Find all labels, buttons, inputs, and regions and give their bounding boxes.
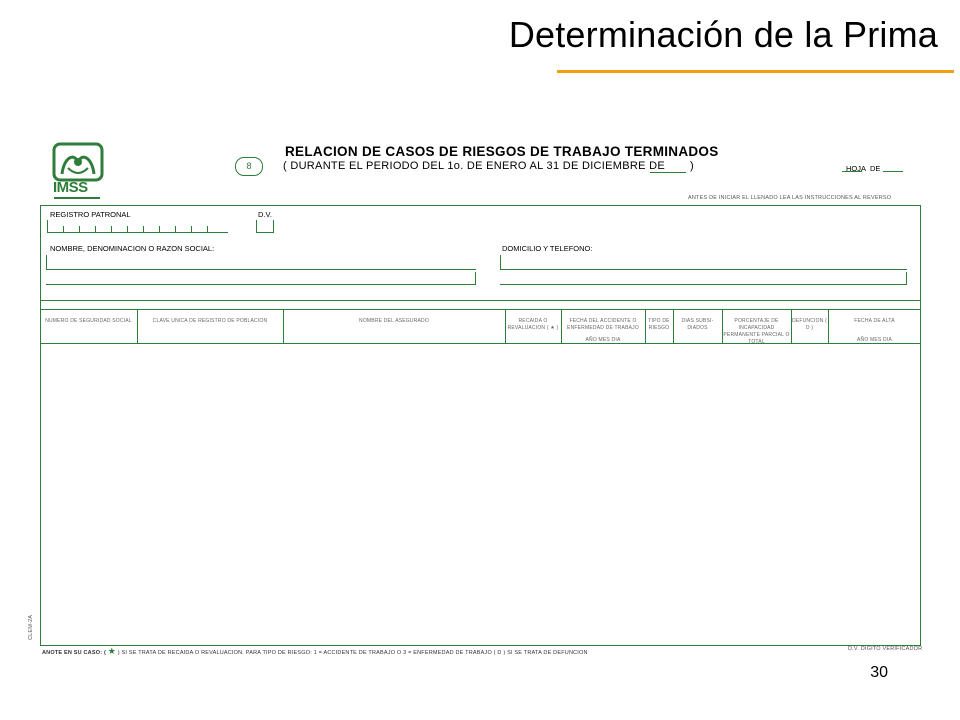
slide-title: Determinación de la Prima [508, 14, 938, 55]
footer-note: ANOTE EN SU CASO: ( ★ ) SI SE TRATA DE R… [42, 646, 588, 657]
column-header-fecha_accidente: FECHA DEL ACCIDENTE O ENFERMEDAD DE TRAB… [567, 318, 639, 331]
column-subheader-fecha_accidente: AÑO MES DIA [585, 337, 621, 343]
footer-note-text: ) SI SE TRATA DE RECAIDA O REVALUACION. … [117, 650, 588, 656]
side-code: CLEM-2A [28, 614, 34, 640]
column-divider [137, 309, 138, 343]
sheet-blank[interactable] [842, 162, 862, 172]
form-period: ( DURANTE EL PERIODO DEL 1o. DE ENERO AL… [283, 160, 666, 172]
column-header-curp: CLAVE UNICA DE REGISTRO DE POBLACION [152, 318, 268, 324]
registro-tick [95, 226, 96, 232]
domicilio-field-line2[interactable] [500, 272, 907, 285]
registro-tick [207, 226, 208, 232]
registro-tick [127, 226, 128, 232]
registro-tick [175, 226, 176, 232]
form-period-close: ) [690, 160, 694, 172]
column-header-fecha_alta: FECHA DE ALTA [854, 318, 895, 324]
registro-tick [143, 226, 144, 232]
registro-tick [159, 226, 160, 232]
divider-top [40, 300, 921, 301]
orange-accent-bar [557, 70, 954, 73]
star-icon: ★ [107, 646, 117, 656]
form-title: RELACION DE CASOS DE RIESGOS DE TRABAJO … [285, 144, 719, 159]
registro-tick [191, 226, 192, 232]
nombre-field[interactable] [46, 255, 476, 270]
dv-label: D.V. [258, 210, 272, 219]
domicilio-label: DOMICILIO Y TELEFONO: [502, 244, 593, 253]
registro-tick [63, 226, 64, 232]
domicilio-field[interactable] [500, 255, 907, 270]
registro-patronal-ticks [47, 226, 227, 232]
column-header-porcentaje: PORCENTAJE DE INCAPACIDAD PERMANENTE PAR… [723, 318, 790, 345]
nombre-label: NOMBRE, DENOMINACION O RAZON SOCIAL: [50, 244, 215, 253]
table-header-top [40, 309, 921, 310]
registro-tick [79, 226, 80, 232]
column-header-recaida: RECAIDA O REVALUACION ( ★ ) [507, 318, 559, 331]
column-header-nss: NUMERO DE SEGURIDAD SOCIAL [45, 318, 132, 324]
logo-subtext-bar [54, 197, 100, 199]
nombre-field-line2[interactable] [46, 272, 476, 285]
imss-logo: IMSS [52, 142, 104, 202]
of-label: DE [870, 164, 881, 173]
column-subheader-fecha_alta: AÑO MES DIA [857, 337, 892, 343]
instructions-note: ANTES DE INICIAR EL LLENADO LEA LAS INST… [688, 195, 892, 201]
column-header-nombre: NOMBRE DEL ASEGURADO [359, 318, 429, 324]
column-header-tipo: TIPO DE RIESGO [648, 318, 670, 331]
column-header-dias: DIAS SUBSI- DIADOS [681, 318, 714, 331]
column-header-defuncion: DEFUNCION ( D ) [792, 318, 827, 331]
dv-field[interactable] [256, 220, 274, 233]
logo-text: IMSS [53, 179, 88, 196]
period-year-blank[interactable] [650, 163, 686, 173]
footer-right: D.V. DIGITO VERIFICADOR [848, 646, 923, 652]
footer-note-label: ANOTE EN SU CASO: ( [42, 650, 106, 656]
registro-tick [111, 226, 112, 232]
page-number: 30 [870, 664, 888, 681]
form-number: 8 [235, 157, 263, 176]
of-blank[interactable] [883, 162, 903, 172]
registro-patronal-label: REGISTRO PATRONAL [50, 210, 131, 219]
column-divider [283, 309, 284, 343]
